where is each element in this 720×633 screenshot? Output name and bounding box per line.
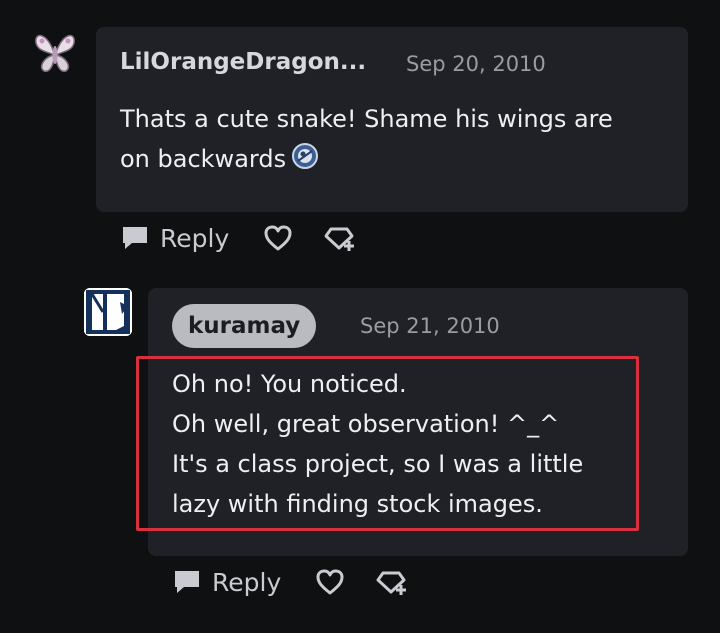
comment-line: on backwards — [120, 145, 287, 173]
add-favorite-icon — [376, 571, 407, 595]
speech-bubble-icon — [175, 571, 199, 593]
comment-line: It's a class project, so I was a little — [172, 450, 584, 478]
add-favorite-button[interactable] — [323, 224, 357, 252]
commenter-avatar[interactable] — [30, 27, 80, 77]
comment-line: lazy with finding stock images. — [172, 490, 543, 518]
like-button[interactable] — [315, 568, 345, 596]
reply-card: kuramay Sep 21, 2010 Oh no! You noticed.… — [148, 288, 688, 556]
add-favorite-button[interactable] — [375, 568, 409, 596]
reply-actions: Reply — [172, 562, 409, 602]
comment-card: LilOrangeDragon... Sep 20, 2010 Thats a … — [96, 27, 688, 212]
reply-label: Reply — [160, 223, 230, 253]
emoticon — [292, 141, 319, 169]
heart-icon — [316, 569, 344, 595]
reply-label: Reply — [212, 567, 282, 597]
comment-date[interactable]: Sep 21, 2010 — [360, 314, 500, 338]
add-favorite-icon — [324, 227, 355, 251]
heart-icon — [264, 225, 292, 251]
comment-line: Oh no! You noticed. — [172, 370, 407, 398]
reply-button[interactable]: Reply — [172, 568, 281, 597]
comment-body: Oh no! You noticed. Oh well, great obser… — [172, 364, 652, 524]
replier-avatar[interactable] — [84, 288, 132, 336]
comment-body: Thats a cute snake! Shame his wings are … — [120, 99, 665, 179]
comment-date[interactable]: Sep 20, 2010 — [406, 52, 546, 76]
reply-button[interactable]: Reply — [120, 224, 229, 253]
username-badge[interactable]: kuramay — [172, 304, 317, 348]
username-link[interactable]: LilOrangeDragon... — [120, 49, 366, 75]
comment-line-with-emoticon: on backwards — [120, 139, 665, 179]
comment-actions: Reply — [120, 218, 357, 258]
speech-bubble-icon — [123, 227, 147, 249]
like-button[interactable] — [263, 224, 293, 252]
comment-line: Thats a cute snake! Shame his wings are — [120, 105, 613, 133]
comment-line: Oh well, great observation! ^_^ — [172, 410, 560, 438]
